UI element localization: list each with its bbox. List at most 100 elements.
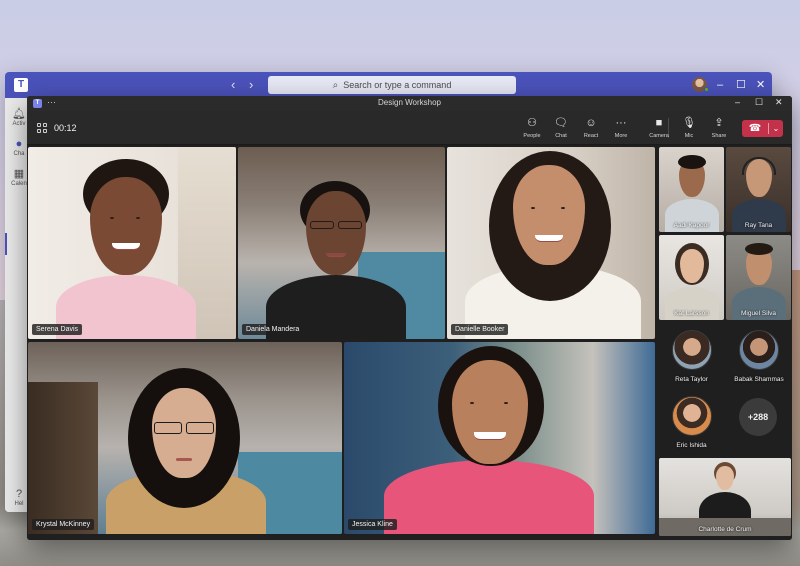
layout-grid-icon[interactable] [37,123,47,133]
camera-label: Camera [649,133,669,139]
person-eye [136,217,140,219]
more-icon: ··· [615,117,627,129]
person-smile [474,432,506,440]
maximize-icon[interactable]: ☐ [736,77,746,93]
person-eye [470,402,474,404]
rail-label-help: Hel [14,501,24,507]
chevron-down-icon[interactable]: ⌄ [769,124,783,133]
meeting-timer: 00:12 [54,123,77,133]
share-icon: ⇪ [714,117,724,129]
close-icon[interactable]: ✕ [756,77,765,93]
video-tile[interactable]: Kat Larsson [659,235,724,320]
glasses-lens [310,221,334,229]
person-eye [504,402,508,404]
participant-name: Reta Taylor [675,376,708,383]
teams-titlebar: T ‹ › ⌕ Search or type a command – ☐ ✕ [5,72,772,98]
more-label: More [614,133,628,139]
camera-button[interactable]: ■ Camera [644,116,674,139]
person-face [716,466,734,490]
more-button[interactable]: ··· More [606,116,636,139]
participant-name: Serena Davis [32,324,83,335]
presence-available-icon [704,87,709,92]
search-input[interactable]: ⌕ Search or type a command [268,76,516,94]
participant-name: Babak Shammas [734,376,784,383]
more-participants-button[interactable]: +288 [739,398,777,436]
participant-name: Daniela Mandera [242,324,304,335]
video-stage: Serena Davis Daniela Mandera Danielle Bo… [27,146,792,540]
person-eye [110,217,114,219]
search-icon: ⌕ [332,79,339,91]
react-icon: ☺ [585,117,597,129]
person-face [306,191,366,275]
participant-name: Danielle Booker [451,324,509,335]
search-placeholder: Search or type a command [343,80,452,90]
video-tile[interactable]: Miguel Silva [726,235,791,320]
video-tile[interactable]: Serena Davis [28,147,236,339]
share-button[interactable]: ⇪ Share [704,116,734,139]
meeting-window: T ··· Design Workshop – ☐ ✕ 00:12 ⚇ Peop… [27,96,792,540]
participant-avatar[interactable] [672,330,712,370]
meeting-title: Design Workshop [378,98,441,107]
people-button[interactable]: ⚇ People [517,116,547,139]
leave-button[interactable]: ☎ ⌄ [742,120,783,137]
people-label: People [523,133,541,139]
video-tile[interactable]: Ray Tana [726,147,791,232]
participant-name: Jessica Kline [348,519,397,530]
meeting-toolbar: 00:12 ⚇ People 🗨︎ Chat ☺ React ··· More … [27,111,792,145]
camera-icon: ■ [655,117,663,129]
person-hair [745,243,773,255]
glasses-lens [154,422,182,434]
participant-name: Krystal McKinney [32,519,95,530]
maximize-icon[interactable]: ☐ [755,97,763,108]
headset-icon [742,157,776,175]
person-mouth [326,253,346,257]
chat-icon: 🗨︎ [554,117,568,129]
participant-name: Charlotte de Crum [698,526,752,533]
react-button[interactable]: ☺ React [576,116,606,139]
share-label: Share [711,133,727,139]
participant-avatar[interactable] [672,396,712,436]
participant-name: Ray Tana [744,222,773,229]
chat-button[interactable]: 🗨︎ Chat [546,116,576,139]
video-tile[interactable]: Daniela Mandera [238,147,445,339]
person-smile [112,243,140,250]
react-label: React [583,133,599,139]
teams-logo-icon: T [14,78,28,92]
rail-label-calendar: Calen [11,181,27,187]
mic-icon: 🎙︎ [682,117,696,129]
meeting-titlebar: T ··· Design Workshop – ☐ ✕ [27,96,792,111]
rail-label-chat: Cha [13,151,25,157]
participant-name: Miguel Silva [740,310,777,317]
video-tile[interactable]: Charlotte de Crum [659,458,791,536]
rail-active-indicator [5,233,7,255]
chat-label: Chat [555,133,567,139]
rail-label-activity: Activ [12,121,26,127]
glasses-lens [338,221,362,229]
participant-avatar[interactable] [739,330,779,370]
forward-arrow-icon[interactable]: › [249,77,253,93]
minimize-icon[interactable]: – [735,97,740,107]
person-face [90,177,162,275]
video-tile[interactable]: Jessica Kline [344,342,655,534]
people-icon: ⚇ [527,117,537,129]
video-tile[interactable]: Danielle Booker [447,147,655,339]
participant-name: Eric Ishida [676,442,707,449]
glasses-lens [186,422,214,434]
glass-wall-background [28,382,98,534]
mic-label: Mic [684,133,694,139]
participant-name: Aadi Kapoor [673,222,710,229]
hang-up-icon: ☎ [748,123,762,134]
person-body [384,460,594,534]
back-arrow-icon[interactable]: ‹ [231,77,235,93]
person-mouth [176,458,192,461]
person-eye [561,207,565,209]
video-tile[interactable]: Krystal McKinney [28,342,342,534]
video-tile[interactable]: Aadi Kapoor [659,147,724,232]
person-eye [531,207,535,209]
minimize-icon[interactable]: – [717,77,723,93]
participant-name: Kat Larsson [674,310,709,317]
person-hair [678,155,706,169]
mic-button[interactable]: 🎙︎ Mic [674,116,704,139]
person-smile [535,235,563,242]
close-icon[interactable]: ✕ [775,97,783,108]
